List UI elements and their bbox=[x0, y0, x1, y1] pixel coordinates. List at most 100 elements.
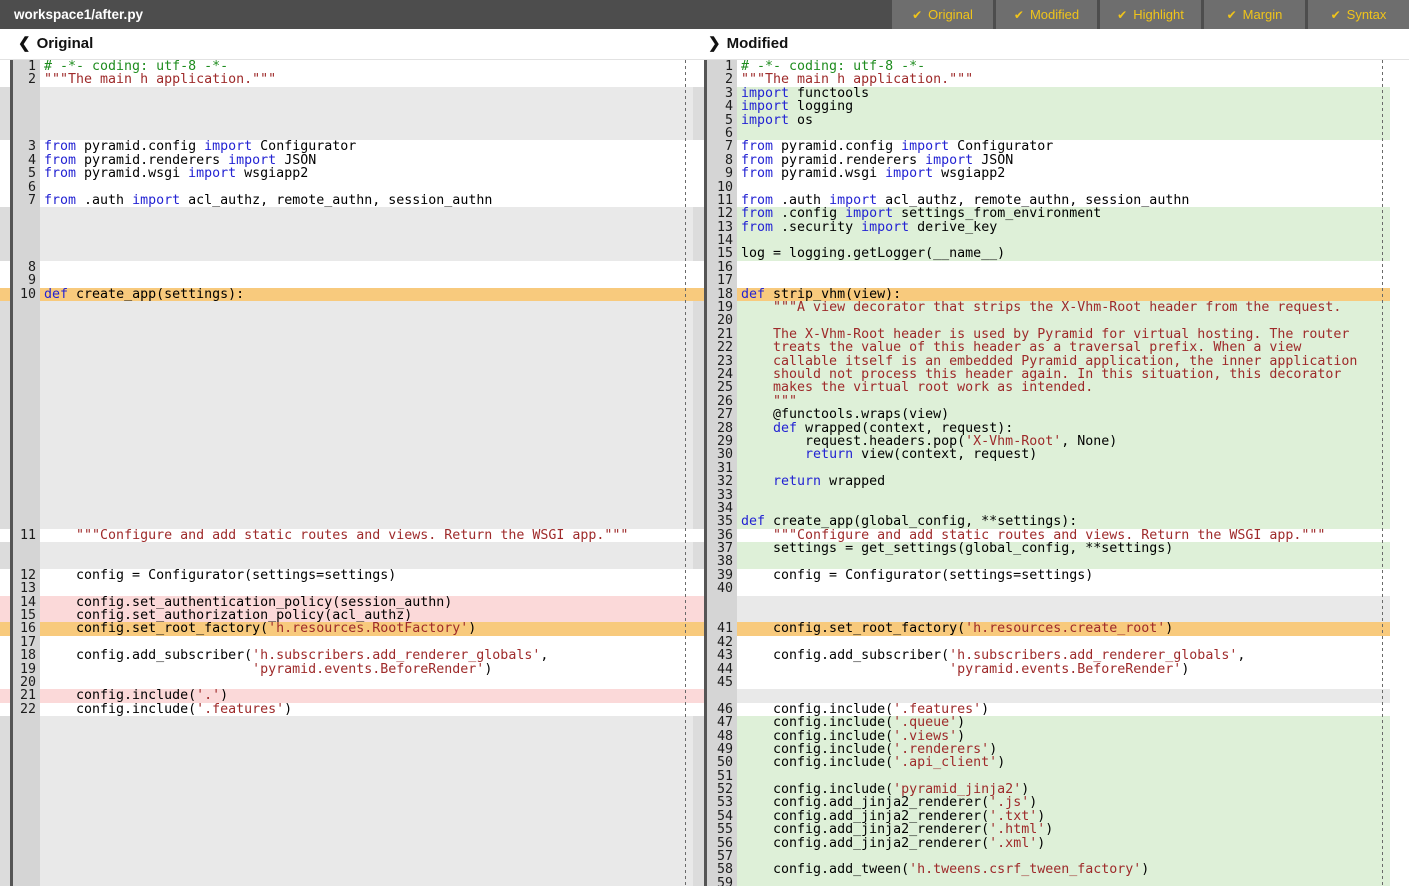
diff-strip-cell bbox=[0, 823, 10, 836]
line-number: 13 bbox=[707, 221, 737, 234]
code-line: config.include('.features') bbox=[737, 703, 1390, 716]
code-token: Configurator bbox=[252, 140, 356, 153]
code-line: from pyramid.config import Configurator bbox=[40, 140, 693, 153]
code-line bbox=[40, 837, 693, 850]
keyword-token: from bbox=[44, 194, 76, 207]
code-line bbox=[40, 221, 693, 234]
modified-pane[interactable]: 1234567891011121314151617181920212223242… bbox=[693, 60, 1390, 886]
code-line bbox=[737, 489, 1390, 502]
diff-strip-cell bbox=[0, 542, 10, 555]
code-token: config.include( bbox=[741, 783, 893, 796]
diff-strip-cell bbox=[693, 837, 704, 850]
code-token: , bbox=[540, 649, 548, 662]
code-token: config.add_subscriber( bbox=[741, 649, 949, 662]
code-token: create_app(settings): bbox=[68, 288, 244, 301]
string-token: The X-Vhm-Root header is used by Pyramid… bbox=[741, 328, 1349, 341]
code-line bbox=[40, 823, 693, 836]
keyword-token: import bbox=[132, 194, 180, 207]
diff-strip-cell bbox=[693, 355, 704, 368]
diff-strip-cell bbox=[693, 73, 704, 86]
code-line: return wrapped bbox=[737, 475, 1390, 488]
line-number: 19 bbox=[13, 663, 40, 676]
code-token: wsgiapp2 bbox=[236, 167, 308, 180]
comment-token: # -*- coding: utf-8 -*- bbox=[741, 60, 925, 73]
code-token: pyramid.config bbox=[773, 140, 901, 153]
diff-strip-cell bbox=[0, 596, 10, 609]
code-line: import os bbox=[737, 114, 1390, 127]
diff-strip-cell bbox=[0, 582, 10, 595]
chevron-right-icon[interactable]: ❯ bbox=[708, 35, 721, 52]
code-line: config.include('pyramid_jinja2') bbox=[737, 783, 1390, 796]
toolbar-button-margin[interactable]: ✔Margin bbox=[1204, 0, 1305, 29]
code-token: config.set_authentication_policy(session… bbox=[44, 596, 452, 609]
diff-strip-cell bbox=[693, 730, 704, 743]
code-line bbox=[40, 636, 693, 649]
diff-strip-cell bbox=[0, 462, 10, 475]
toolbar-button-syntax[interactable]: ✔Syntax bbox=[1308, 0, 1409, 29]
code-token: config.add_tween( bbox=[741, 863, 909, 876]
line-number: 4 bbox=[13, 154, 40, 167]
line-number-gutter: 12345678910111213141516171819202122 bbox=[13, 60, 40, 886]
toolbar-button-modified[interactable]: ✔Modified bbox=[996, 0, 1097, 29]
string-token: 'h.resources.RootFactory' bbox=[268, 622, 468, 635]
code-line bbox=[40, 676, 693, 689]
line-number: 14 bbox=[707, 234, 737, 247]
keyword-token: import bbox=[861, 221, 909, 234]
diff-strip-cell bbox=[0, 716, 10, 729]
line-number: 3 bbox=[707, 87, 737, 100]
line-number bbox=[13, 796, 40, 809]
string-token: should not process this header again. In… bbox=[741, 368, 1341, 381]
line-number bbox=[13, 837, 40, 850]
line-number: 15 bbox=[707, 247, 737, 260]
diff-strip-cell bbox=[693, 167, 704, 180]
line-number bbox=[13, 515, 40, 528]
line-number: 14 bbox=[13, 596, 40, 609]
diff-strip-cell bbox=[693, 569, 704, 582]
code-line bbox=[40, 395, 693, 408]
line-number bbox=[13, 87, 40, 100]
line-number: 21 bbox=[13, 689, 40, 702]
code-line bbox=[40, 863, 693, 876]
diff-strip-cell bbox=[0, 622, 10, 635]
keyword-token: import bbox=[845, 207, 893, 220]
chevron-left-icon[interactable]: ❮ bbox=[18, 35, 31, 52]
line-number bbox=[13, 221, 40, 234]
code-line bbox=[40, 850, 693, 863]
code-token: @functools.wraps(view) bbox=[741, 408, 949, 421]
code-token: config.add_subscriber( bbox=[44, 649, 252, 662]
code-token: .security bbox=[773, 221, 861, 234]
diff-strip-cell bbox=[693, 810, 704, 823]
diff-strip-cell bbox=[693, 676, 704, 689]
line-number: 37 bbox=[707, 542, 737, 555]
code-token: config.add_jinja2_renderer( bbox=[741, 823, 989, 836]
line-number bbox=[13, 207, 40, 220]
code-token: ) bbox=[1037, 837, 1045, 850]
string-token: 'h.subscribers.add_renderer_globals' bbox=[949, 649, 1237, 662]
keyword-token: import bbox=[741, 87, 789, 100]
string-token: 'pyramid_jinja2' bbox=[893, 783, 1021, 796]
line-number: 19 bbox=[707, 301, 737, 314]
original-pane[interactable]: 12345678910111213141516171819202122# -*-… bbox=[0, 60, 693, 886]
code-line bbox=[40, 475, 693, 488]
line-number: 22 bbox=[13, 703, 40, 716]
code-line bbox=[40, 542, 693, 555]
diff-strip-cell bbox=[0, 60, 10, 73]
keyword-token: from bbox=[741, 167, 773, 180]
code-line bbox=[737, 877, 1390, 886]
toolbar-button-original[interactable]: ✔Original bbox=[892, 0, 993, 29]
code-line: def create_app(global_config, **settings… bbox=[737, 515, 1390, 528]
line-number: 24 bbox=[707, 368, 737, 381]
line-number: 33 bbox=[707, 489, 737, 502]
diff-strip-cell bbox=[0, 194, 10, 207]
code-token: ) bbox=[1021, 783, 1029, 796]
code-line: 'pyramid.events.BeforeRender') bbox=[40, 663, 693, 676]
line-number: 18 bbox=[13, 649, 40, 662]
line-number: 1 bbox=[13, 60, 40, 73]
pane-header-original: ❮Original bbox=[18, 34, 93, 52]
toolbar-button-highlight[interactable]: ✔Highlight bbox=[1100, 0, 1201, 29]
code-token: config = Configurator(settings=settings) bbox=[741, 569, 1093, 582]
line-number bbox=[13, 555, 40, 568]
diff-strip-cell bbox=[0, 73, 10, 86]
diff-strip-cell bbox=[0, 87, 10, 100]
keyword-token: import bbox=[741, 114, 789, 127]
